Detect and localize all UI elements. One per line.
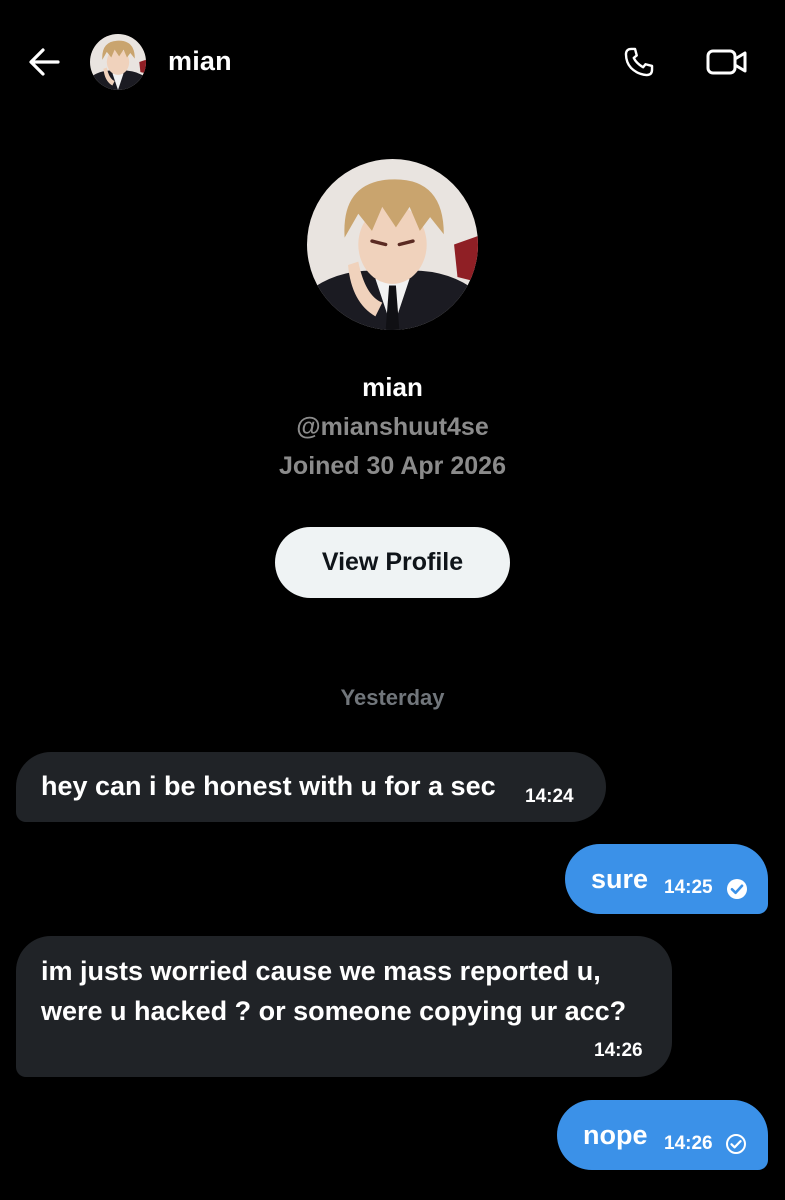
- read-check-icon: [727, 879, 747, 899]
- message-bubble-incoming[interactable]: hey can i be honest with u for a sec 14:…: [16, 752, 606, 822]
- message-text: nope: [583, 1120, 648, 1150]
- message-time: 14:26: [664, 1133, 713, 1154]
- sent-check-icon: [726, 1134, 746, 1154]
- message-bubble-incoming[interactable]: im justs worried cause we mass reported …: [16, 936, 672, 1077]
- phone-icon: [624, 47, 654, 77]
- avatar-image: [307, 159, 478, 330]
- message-text: hey can i be honest with u for a sec: [41, 771, 496, 801]
- voice-call-button[interactable]: [617, 40, 661, 84]
- header-contact-name[interactable]: mian: [168, 46, 232, 77]
- message-bubble-outgoing[interactable]: sure 14:25: [565, 844, 768, 914]
- view-profile-button[interactable]: View Profile: [275, 527, 510, 598]
- profile-joined-date: Joined 30 Apr 2026: [279, 452, 506, 480]
- profile-handle: @mianshuut4se: [296, 413, 489, 441]
- video-camera-icon: [706, 49, 747, 75]
- message-text-line: were u hacked ? or someone copying ur ac…: [41, 996, 627, 1026]
- chat-header: mian: [0, 0, 785, 125]
- message-text: sure: [591, 864, 649, 894]
- back-button[interactable]: [22, 40, 66, 84]
- date-separator: Yesterday: [340, 685, 445, 710]
- message-time: 14:25: [664, 877, 713, 898]
- message-bubble-outgoing[interactable]: nope 14:26: [557, 1100, 768, 1170]
- profile-avatar[interactable]: [307, 159, 478, 330]
- video-call-button[interactable]: [702, 40, 752, 84]
- arrow-left-icon: [29, 48, 60, 76]
- profile-name: mian: [362, 372, 423, 402]
- message-time: 14:24: [525, 786, 574, 807]
- header-avatar[interactable]: [90, 34, 146, 90]
- message-time: 14:26: [594, 1040, 643, 1061]
- message-text-line: im justs worried cause we mass reported …: [41, 956, 601, 986]
- avatar-image: [90, 34, 146, 90]
